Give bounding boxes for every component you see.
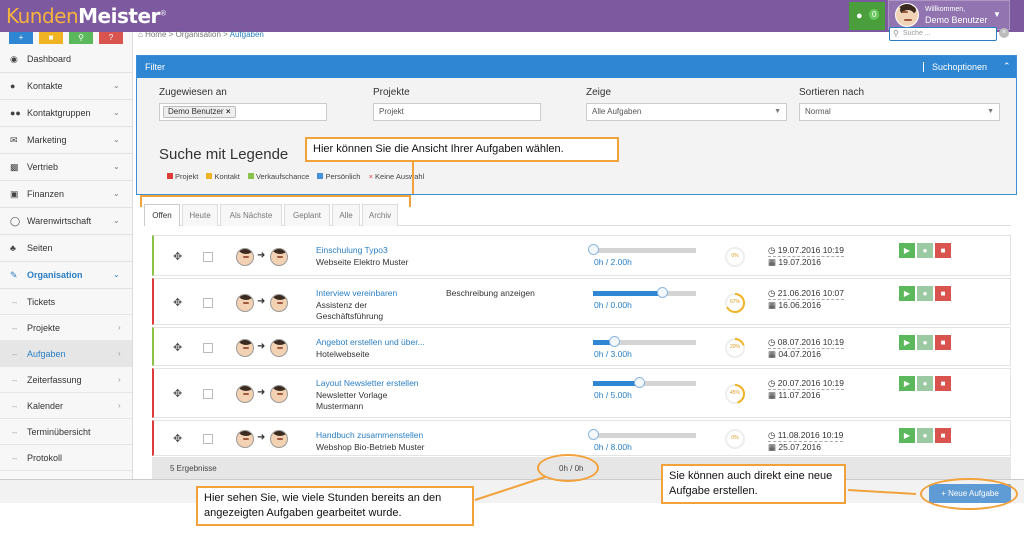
- callout-tabs: Hier können Sie die Ansicht Ihrer Aufgab…: [305, 137, 619, 162]
- new-task-highlight: [920, 478, 1018, 510]
- callout-new-task: Sie können auch direkt eine neue Aufgabe…: [661, 464, 846, 504]
- hours-sum-highlight: [537, 454, 599, 482]
- callout-arrows: [412, 157, 917, 501]
- callout-hours: Hier sehen Sie, wie viele Stunden bereit…: [196, 486, 474, 526]
